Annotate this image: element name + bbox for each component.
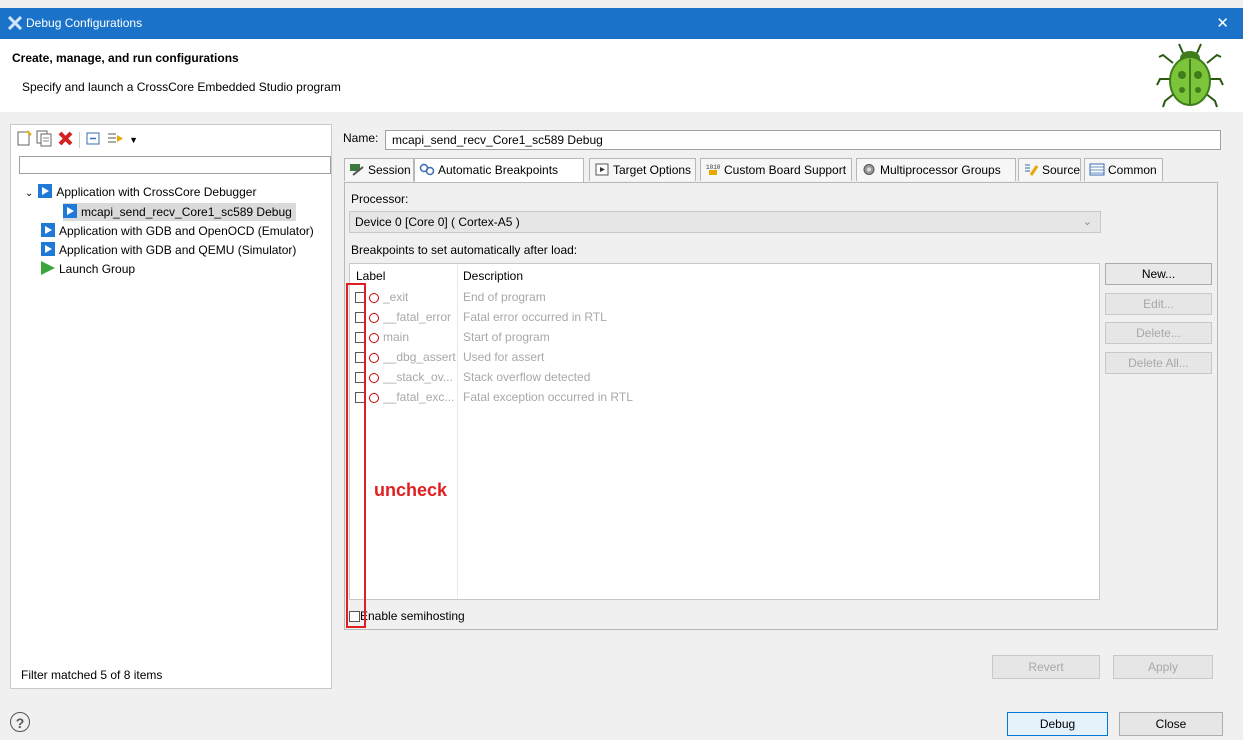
bug-icon [1156, 43, 1224, 108]
breakpoints-icon [419, 163, 435, 176]
dialog-header: Create, manage, and run configurations S… [0, 39, 1243, 112]
processor-select[interactable]: Device 0 [Core 0] ( Cortex-A5 ) ⌄ [349, 211, 1101, 233]
table-row[interactable]: _exit End of program [355, 288, 546, 306]
name-label: Name: [343, 131, 379, 145]
chevron-down-icon: ⌄ [1082, 216, 1092, 228]
launch-icon [38, 184, 53, 198]
apply-button[interactable]: Apply [1113, 655, 1213, 679]
filter-input[interactable] [19, 156, 331, 174]
chevron-down-icon[interactable]: ⌄ [25, 185, 35, 203]
name-input[interactable] [385, 130, 1221, 150]
breakpoint-icon [369, 313, 379, 323]
processor-label: Processor: [351, 192, 409, 206]
launch-icon [41, 242, 55, 256]
tab-session[interactable]: Session [344, 158, 414, 181]
filter-icon[interactable] [106, 130, 126, 150]
tab-common[interactable]: Common [1084, 158, 1163, 181]
annotation-text: uncheck [374, 480, 448, 500]
collapse-all-icon[interactable] [85, 130, 102, 150]
semihosting-label: Enable semihosting [360, 609, 465, 623]
dialog-subtitle: Specify and launch a CrossCore Embedded … [22, 80, 341, 94]
revert-button[interactable]: Revert [992, 655, 1100, 679]
breakpoints-table: Label Description _exit End of program _… [349, 263, 1100, 600]
left-toolbar: ▼ [16, 130, 138, 150]
tab-automatic-breakpoints[interactable]: Automatic Breakpoints [414, 158, 584, 183]
breakpoint-icon [369, 353, 379, 363]
session-icon [350, 164, 364, 176]
table-row[interactable]: __stack_ov... Stack overflow detected [355, 368, 590, 386]
filter-status: Filter matched 5 of 8 items [21, 668, 163, 682]
processor-value: Device 0 [Core 0] ( Cortex-A5 ) [355, 215, 520, 229]
column-header-label[interactable]: Label [356, 269, 385, 283]
app-icon [8, 16, 22, 30]
semihosting-option[interactable]: Enable semihosting [349, 609, 465, 623]
configuration-tree-pane: ▼ ⌄ Application with CrossCore Debugger … [10, 124, 332, 689]
annotation-highlight-box [346, 283, 366, 628]
tab-source[interactable]: Source [1018, 158, 1081, 181]
tree-item-launch-group[interactable]: Launch Group [41, 260, 135, 278]
target-options-icon [595, 163, 609, 176]
delete-all-button[interactable]: Delete All... [1105, 352, 1212, 374]
window-titlebar: Debug Configurations ✕ [0, 8, 1243, 39]
table-row[interactable]: __fatal_error Fatal error occurred in RT… [355, 308, 607, 326]
tab-custom-board-support[interactable]: 1010 Custom Board Support [700, 158, 852, 181]
tab-target-options[interactable]: Target Options [589, 158, 696, 181]
svg-text:1010: 1010 [706, 164, 721, 171]
breakpoint-icon [369, 373, 379, 383]
launch-icon [41, 223, 55, 237]
delete-button[interactable]: Delete... [1105, 322, 1212, 344]
tree-item-crosscore-debugger[interactable]: ⌄ Application with CrossCore Debugger [25, 183, 256, 201]
tree-item-gdb-openocd[interactable]: Application with GDB and OpenOCD (Emulat… [41, 222, 314, 240]
window-title: Debug Configurations [26, 16, 143, 30]
launch-icon [63, 204, 77, 218]
table-row[interactable]: __dbg_assert Used for assert [355, 348, 544, 366]
common-icon [1089, 163, 1105, 176]
breakpoint-icon [369, 333, 379, 343]
delete-icon[interactable] [57, 130, 74, 150]
chevron-down-icon[interactable]: ▼ [129, 135, 138, 145]
new-configuration-icon[interactable] [16, 130, 33, 150]
table-row[interactable]: main Start of program [355, 328, 550, 346]
multiprocessor-icon [863, 164, 875, 175]
tab-multiprocessor-groups[interactable]: Multiprocessor Groups [856, 158, 1016, 181]
toolbar-separator [79, 132, 81, 148]
tree-item-mcapi-debug[interactable]: mcapi_send_recv_Core1_sc589 Debug [63, 203, 296, 221]
source-icon [1025, 164, 1039, 176]
close-button[interactable]: Close [1119, 712, 1223, 736]
launch-group-icon [41, 261, 55, 275]
breakpoint-icon [369, 293, 379, 303]
duplicate-icon[interactable] [36, 130, 53, 150]
dialog-title: Create, manage, and run configurations [12, 51, 239, 65]
edit-button[interactable]: Edit... [1105, 293, 1212, 315]
new-button[interactable]: New... [1105, 263, 1212, 285]
column-header-description[interactable]: Description [463, 269, 523, 283]
breakpoints-label: Breakpoints to set automatically after l… [351, 243, 578, 257]
help-icon[interactable]: ? [10, 712, 30, 732]
breakpoint-icon [369, 393, 379, 403]
tree-item-gdb-qemu[interactable]: Application with GDB and QEMU (Simulator… [41, 241, 296, 259]
board-support-icon: 1010 [706, 164, 721, 175]
table-row[interactable]: __fatal_exc... Fatal exception occurred … [355, 388, 633, 406]
debug-button[interactable]: Debug [1007, 712, 1108, 736]
close-icon[interactable]: ✕ [1216, 14, 1229, 32]
